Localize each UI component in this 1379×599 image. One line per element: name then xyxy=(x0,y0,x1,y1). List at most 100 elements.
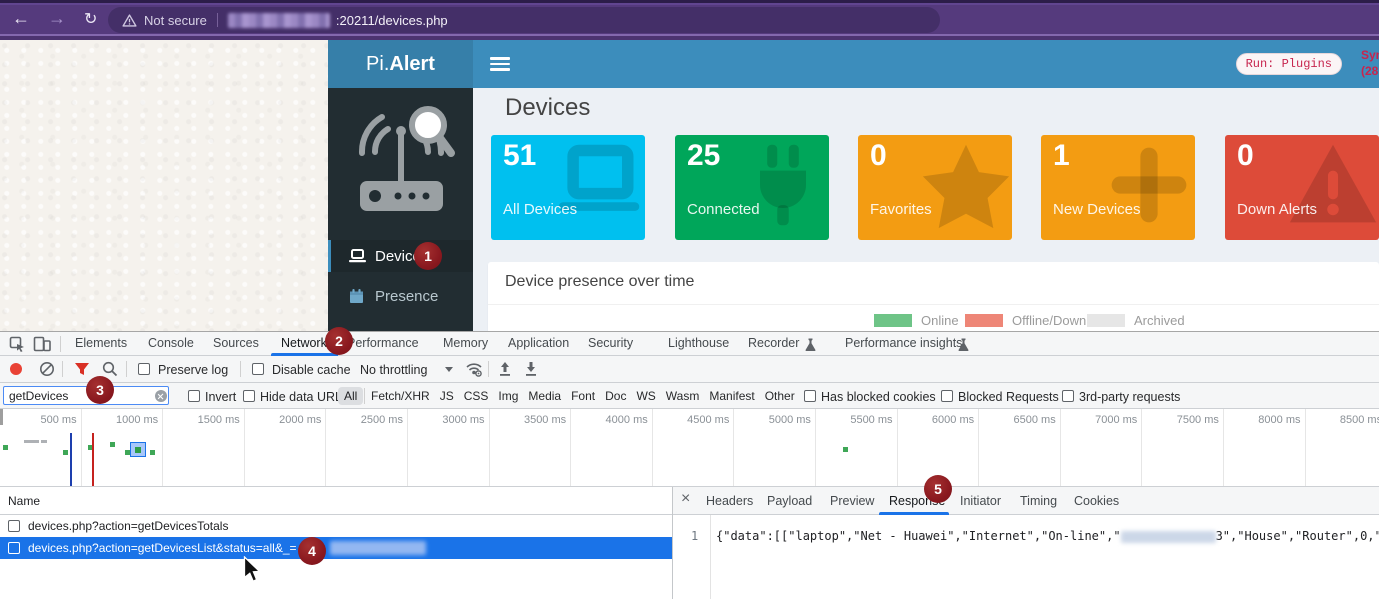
hide-data-urls-checkbox[interactable] xyxy=(243,390,255,402)
experiment-flask-icon xyxy=(805,338,816,351)
search-icon[interactable] xyxy=(102,361,118,377)
hamburger-menu-icon[interactable] xyxy=(490,57,510,71)
back-icon[interactable]: ← xyxy=(12,8,30,29)
sidebar: Devices Presence xyxy=(328,88,473,332)
tab-network[interactable]: Network xyxy=(281,336,327,350)
blocked-requests-label[interactable]: Blocked Requests xyxy=(958,390,1059,404)
tab-headers[interactable]: Headers xyxy=(706,494,753,508)
network-bottom-panes: Name devices.php?action=getDevicesTotals… xyxy=(0,487,1379,599)
invert-checkbox[interactable] xyxy=(188,390,200,402)
has-blocked-cookies-checkbox[interactable] xyxy=(804,390,816,402)
annotation-step-1: 1 xyxy=(414,242,442,270)
card-favorites[interactable]: 0 Favorites xyxy=(858,135,1012,240)
filter-type-item[interactable]: Fetch/XHR xyxy=(371,389,430,403)
request-checkbox[interactable] xyxy=(8,542,20,554)
star-icon xyxy=(920,139,1012,231)
clear-icon[interactable] xyxy=(39,361,55,377)
tab-payload[interactable]: Payload xyxy=(767,494,812,508)
filter-type-item[interactable]: CSS xyxy=(464,389,489,403)
app-topnav: Pi.Alert Run: Plugins Sym (28, xyxy=(328,40,1379,88)
run-plugins-button[interactable]: Run: Plugins xyxy=(1236,53,1342,75)
filter-type-item[interactable]: Media xyxy=(528,389,561,403)
export-har-icon[interactable] xyxy=(523,361,539,377)
tab-timing[interactable]: Timing xyxy=(1020,494,1057,508)
tab-security[interactable]: Security xyxy=(588,336,633,350)
tab-console[interactable]: Console xyxy=(148,336,194,350)
card-value: 1 xyxy=(1053,139,1070,173)
tab-preview[interactable]: Preview xyxy=(830,494,874,508)
record-button[interactable] xyxy=(10,363,22,375)
timeline-tick-label: 4000 ms xyxy=(606,414,648,426)
network-timeline-overview[interactable]: 500 ms1000 ms1500 ms2000 ms2500 ms3000 m… xyxy=(0,409,1379,487)
request-row-get-devices-list[interactable]: devices.php?action=getDevicesList&status… xyxy=(0,537,672,559)
timeline-request-mark xyxy=(843,447,848,452)
response-body-viewer[interactable]: 1 {"data":[["laptop","Net - Huawei","Int… xyxy=(673,515,1379,599)
redacted-host xyxy=(228,13,330,28)
tab-cookies[interactable]: Cookies xyxy=(1074,494,1119,508)
card-down-alerts[interactable]: 0 Down Alerts xyxy=(1225,135,1379,240)
inspect-element-icon[interactable] xyxy=(9,336,25,352)
filter-type-item[interactable]: JS xyxy=(440,389,454,403)
preserve-log-checkbox[interactable] xyxy=(138,363,150,375)
filter-type-all[interactable]: All xyxy=(338,387,363,405)
sidebar-item-presence[interactable]: Presence xyxy=(328,280,473,312)
request-list-header[interactable]: Name xyxy=(0,487,672,515)
tab-initiator[interactable]: Initiator xyxy=(960,494,1001,508)
has-blocked-cookies-label[interactable]: Has blocked cookies xyxy=(821,390,936,404)
network-conditions-icon[interactable] xyxy=(465,361,483,377)
tab-performance[interactable]: Performance xyxy=(347,336,419,350)
card-value: 51 xyxy=(503,139,536,173)
card-connected[interactable]: 25 Connected xyxy=(675,135,829,240)
third-party-label[interactable]: 3rd-party requests xyxy=(1079,390,1180,404)
blocked-requests-checkbox[interactable] xyxy=(941,390,953,402)
filter-type-item[interactable]: Img xyxy=(498,389,518,403)
legend-item-offline[interactable]: Offline/Down xyxy=(965,313,1086,328)
invert-label[interactable]: Invert xyxy=(205,390,236,404)
reload-icon[interactable]: ↻ xyxy=(84,9,97,29)
throttling-select[interactable]: No throttling xyxy=(360,363,427,377)
tab-application[interactable]: Application xyxy=(508,336,569,350)
filter-type-item[interactable]: Other xyxy=(765,389,795,403)
legend-item-archived[interactable]: Archived xyxy=(1087,313,1185,328)
legend-item-online[interactable]: Online xyxy=(874,313,959,328)
devtools-tabbar: Elements Console Sources Network Perform… xyxy=(0,332,1379,356)
filter-type-item[interactable]: Manifest xyxy=(709,389,754,403)
timeline-tick-label: 4500 ms xyxy=(687,414,729,426)
filter-type-item[interactable]: Wasm xyxy=(666,389,700,403)
disable-cache-label[interactable]: Disable cache xyxy=(272,363,351,377)
name-column-header[interactable]: Name xyxy=(8,494,40,508)
filter-type-item[interactable]: WS xyxy=(636,389,655,403)
clear-filter-icon[interactable] xyxy=(155,390,167,402)
tab-lighthouse[interactable]: Lighthouse xyxy=(668,336,729,350)
tab-memory[interactable]: Memory xyxy=(443,336,488,350)
card-all-devices[interactable]: 51 All Devices xyxy=(491,135,645,240)
third-party-checkbox[interactable] xyxy=(1062,390,1074,402)
request-row-get-devices-totals[interactable]: devices.php?action=getDevicesTotals xyxy=(0,515,672,537)
tab-sources[interactable]: Sources xyxy=(213,336,259,350)
filter-type-item[interactable]: Font xyxy=(571,389,595,403)
device-toolbar-icon[interactable] xyxy=(33,336,51,352)
forward-icon[interactable]: → xyxy=(48,8,66,29)
sidebar-item-devices[interactable]: Devices xyxy=(328,240,473,272)
filter-type-item[interactable]: Doc xyxy=(605,389,626,403)
tab-elements[interactable]: Elements xyxy=(75,336,127,350)
app-logo[interactable]: Pi.Alert xyxy=(328,40,473,88)
filter-icon[interactable] xyxy=(74,362,90,376)
preserve-log-label[interactable]: Preserve log xyxy=(158,363,228,377)
card-new-devices[interactable]: 1 New Devices xyxy=(1041,135,1195,240)
panel-divider xyxy=(488,304,1379,305)
pialert-app: Pi.Alert Run: Plugins Sym (28, xyxy=(328,40,1379,332)
legend-swatch xyxy=(965,314,1003,327)
address-bar[interactable]: Not secure :20211/devices.php xyxy=(108,7,940,33)
import-har-icon[interactable] xyxy=(497,361,513,377)
annotation-step-4: 4 xyxy=(298,537,326,565)
timeline-handle[interactable] xyxy=(0,409,3,425)
request-checkbox[interactable] xyxy=(8,520,20,532)
line-number: 1 xyxy=(691,529,698,543)
close-icon[interactable]: × xyxy=(681,490,690,508)
hide-data-urls-label[interactable]: Hide data URLs xyxy=(260,390,348,404)
disable-cache-checkbox[interactable] xyxy=(252,363,264,375)
omnibox-divider xyxy=(217,13,218,27)
tab-performance-insights[interactable]: Performance insights xyxy=(845,336,962,350)
tab-recorder[interactable]: Recorder xyxy=(748,336,799,350)
